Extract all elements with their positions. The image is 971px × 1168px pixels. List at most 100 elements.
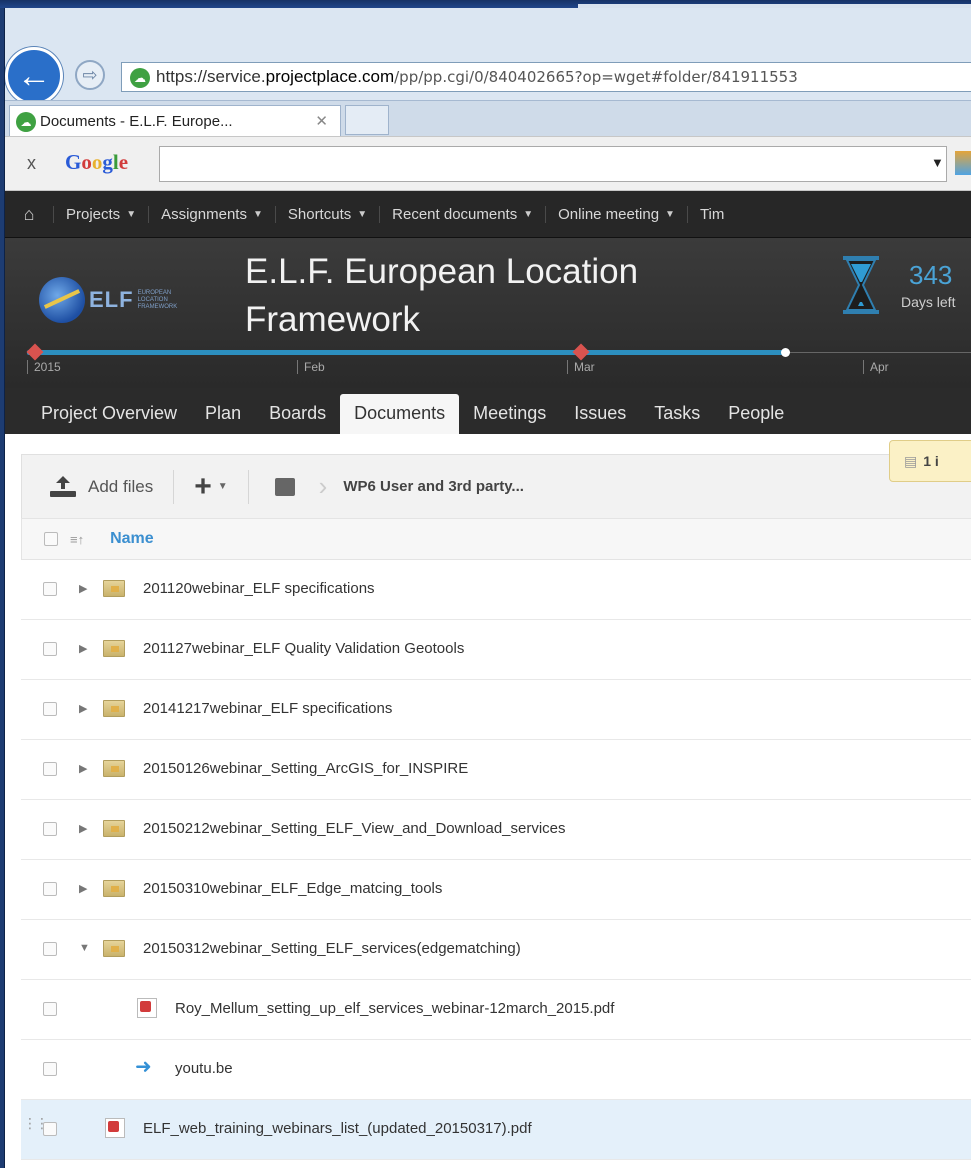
tab-title: Documents - E.L.F. Europe...	[40, 113, 233, 130]
back-arrow-icon: ←	[17, 56, 51, 95]
tab-favicon-icon: ☁	[16, 112, 36, 132]
item-name[interactable]: 20141217webinar_ELF specifications	[143, 700, 392, 717]
row-checkbox[interactable]	[43, 882, 57, 896]
row-checkbox[interactable]	[43, 702, 57, 716]
tab-meetings[interactable]: Meetings	[459, 394, 560, 434]
pdf-icon	[137, 998, 157, 1018]
list-item[interactable]: ▶ 20150212webinar_Setting_ELF_View_and_D…	[21, 800, 971, 860]
days-left-count: 343	[909, 260, 953, 290]
item-name[interactable]: youtu.be	[175, 1060, 233, 1077]
days-left-label: Days left	[901, 294, 956, 310]
list-item[interactable]: ▶ 20150310webinar_ELF_Edge_matcing_tools	[21, 860, 971, 920]
url-input[interactable]: ☁ https://service. projectplace.com/pp/pp…	[121, 62, 971, 92]
expand-arrow-icon[interactable]: ▶	[79, 822, 87, 835]
timeline-label: 2015	[27, 360, 61, 374]
milestone-icon[interactable]	[26, 343, 44, 361]
nav-projects[interactable]: Projects ▼	[53, 205, 148, 223]
url-domain: projectplace.com	[265, 67, 395, 86]
chevron-down-icon: ▼	[252, 208, 263, 220]
name-column-header[interactable]: Name	[110, 530, 154, 548]
item-name[interactable]: 20150310webinar_ELF_Edge_matcing_tools	[143, 880, 442, 897]
list-item[interactable]: ⋮⋮ ELF_web_training_webinars_list_(updat…	[21, 1100, 971, 1160]
nav-recent-documents[interactable]: Recent documents ▼	[379, 205, 545, 223]
nav-assignments[interactable]: Assignments ▼	[148, 205, 275, 223]
notification-text: 1 i	[923, 453, 939, 469]
tab-people[interactable]: People	[714, 394, 798, 434]
list-item[interactable]: ▶ 20141217webinar_ELF specifications	[21, 680, 971, 740]
collapse-arrow-icon[interactable]: ▼	[79, 942, 90, 954]
pdf-icon	[105, 1118, 125, 1138]
google-sidebar-icon[interactable]	[955, 151, 971, 175]
row-checkbox[interactable]	[43, 942, 57, 956]
address-row: ← ⇨ ☁ https://service. projectplace.com/p…	[5, 8, 971, 105]
browser-window: ← ⇨ ☁ https://service. projectplace.com/p…	[4, 8, 971, 1168]
item-name[interactable]: 201127webinar_ELF Quality Validation Geo…	[143, 640, 464, 657]
folder-icon	[103, 820, 125, 837]
nav-online-meeting[interactable]: Online meeting ▼	[545, 205, 687, 223]
new-tab-button[interactable]	[345, 105, 389, 135]
breadcrumb-current-folder[interactable]: WP6 User and 3rd party...	[343, 478, 524, 495]
google-search-input[interactable]	[159, 146, 947, 182]
chevron-down-icon: ▼	[523, 208, 534, 220]
item-name[interactable]: 20150212webinar_Setting_ELF_View_and_Dow…	[143, 820, 566, 837]
tab-documents-section[interactable]: Documents	[340, 394, 460, 434]
chevron-down-icon: ▼	[357, 208, 368, 220]
tab-close-icon[interactable]: ✕	[315, 112, 328, 130]
tab-boards[interactable]: Boards	[255, 394, 340, 434]
google-close-icon[interactable]: x	[27, 153, 36, 174]
row-checkbox[interactable]	[43, 1062, 57, 1076]
chevron-down-icon[interactable]: ▼	[218, 481, 228, 492]
elf-logo: ELF EUROPEAN LOCATION FRAMEWORK	[39, 275, 199, 325]
expand-arrow-icon[interactable]: ▶	[79, 582, 87, 595]
list-item[interactable]: ➜ youtu.be	[21, 1040, 971, 1100]
nav-time[interactable]: Tim	[686, 205, 736, 223]
item-name[interactable]: Roy_Mellum_setting_up_elf_services_webin…	[175, 1000, 614, 1017]
tab-tasks[interactable]: Tasks	[640, 394, 714, 434]
item-name[interactable]: ELF_web_training_webinars_list_(updated_…	[143, 1120, 532, 1137]
list-item[interactable]: ▶ 201127webinar_ELF Quality Validation G…	[21, 620, 971, 680]
row-checkbox[interactable]	[43, 1122, 57, 1136]
select-all-checkbox[interactable]	[44, 532, 58, 546]
expand-arrow-icon[interactable]: ▶	[79, 762, 87, 775]
list-item[interactable]: ▼ 20150312webinar_Setting_ELF_services(e…	[21, 920, 971, 980]
project-title: E.L.F. European Location Framework	[245, 252, 639, 339]
url-prefix: https://service.	[156, 67, 266, 86]
timeline-label: Mar	[567, 360, 595, 374]
list-item[interactable]: Roy_Mellum_setting_up_elf_services_webin…	[21, 980, 971, 1040]
add-files-button[interactable]: Add files	[48, 475, 153, 498]
hourglass-icon	[843, 256, 879, 314]
google-dropdown-icon[interactable]: ▼	[931, 155, 944, 170]
back-button[interactable]: ←	[5, 47, 63, 105]
expand-arrow-icon[interactable]: ▶	[79, 642, 87, 655]
folder-icon	[103, 580, 125, 597]
sort-icon[interactable]: ≡↑	[70, 532, 84, 547]
item-name[interactable]: 20150312webinar_Setting_ELF_services(edg…	[143, 940, 521, 957]
files-icon: ▤	[904, 452, 918, 469]
tab-plan[interactable]: Plan	[191, 394, 255, 434]
home-icon[interactable]: ⌂	[5, 204, 53, 225]
row-checkbox[interactable]	[43, 582, 57, 596]
tab-documents[interactable]: ☁ Documents - E.L.F. Europe... ✕	[9, 105, 341, 137]
row-checkbox[interactable]	[43, 762, 57, 776]
timeline-bar	[27, 350, 787, 355]
row-checkbox[interactable]	[43, 1002, 57, 1016]
list-item[interactable]: ▶ 20150126webinar_Setting_ArcGIS_for_INS…	[21, 740, 971, 800]
tab-project-overview[interactable]: Project Overview	[5, 394, 191, 434]
tab-issues[interactable]: Issues	[560, 394, 640, 434]
archive-icon[interactable]	[274, 477, 295, 496]
tab-strip: ☁ Documents - E.L.F. Europe... ✕	[5, 100, 971, 137]
expand-arrow-icon[interactable]: ▶	[79, 882, 87, 895]
forward-button[interactable]: ⇨	[75, 60, 105, 90]
row-checkbox[interactable]	[43, 822, 57, 836]
screen-frame: ← ⇨ ☁ https://service. projectplace.com/p…	[0, 0, 971, 1168]
folder-icon	[103, 880, 125, 897]
item-name[interactable]: 201120webinar_ELF specifications	[143, 580, 375, 597]
milestone-icon[interactable]	[572, 343, 590, 361]
nav-shortcuts[interactable]: Shortcuts ▼	[274, 205, 379, 223]
plus-icon[interactable]: +	[194, 470, 212, 504]
item-name[interactable]: 20150126webinar_Setting_ArcGIS_for_INSPI…	[143, 760, 468, 777]
row-checkbox[interactable]	[43, 642, 57, 656]
expand-arrow-icon[interactable]: ▶	[79, 702, 87, 715]
list-item[interactable]: ▶ 201120webinar_ELF specifications	[21, 560, 971, 620]
notification-badge[interactable]: ▤ 1 i	[889, 440, 971, 482]
